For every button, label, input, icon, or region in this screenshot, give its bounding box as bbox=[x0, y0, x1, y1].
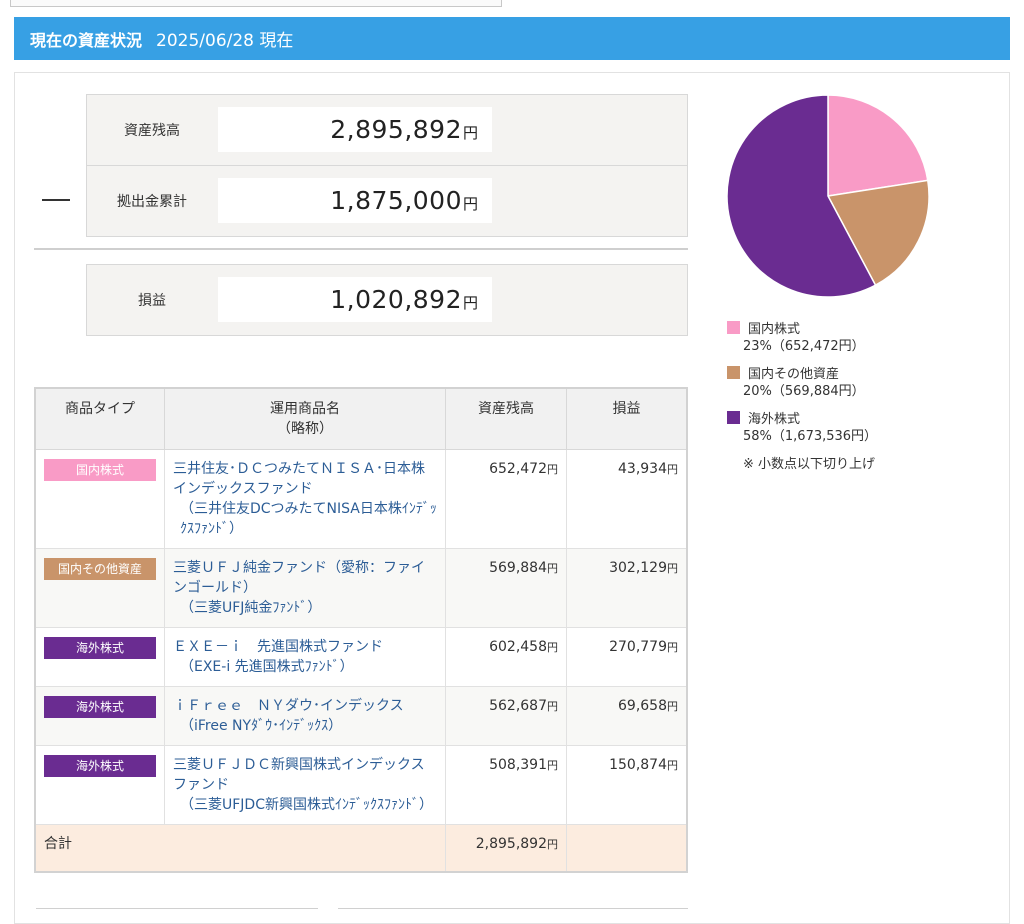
legend-percent: 20%（569,884円） bbox=[743, 384, 865, 399]
fund-profit: 43,934円 bbox=[566, 449, 688, 549]
profit-label: 損益 bbox=[138, 293, 166, 309]
top-panel-edge bbox=[10, 0, 502, 7]
yen-unit: 円 bbox=[462, 195, 478, 213]
table-row: 海外株式 ｉＦｒｅｅ ＮＹダウ･インデックス （iFree NYﾀﾞｳ･ｲﾝﾃﾞｯｸ… bbox=[34, 686, 688, 746]
fund-short-name: （三井住友DCつみたてNISA日本株ｲﾝﾃﾞｯｸｽﾌｧﾝﾄﾞ） bbox=[180, 501, 437, 537]
legend-percent: 58%（1,673,536円） bbox=[743, 429, 878, 444]
type-badge: 国内株式 bbox=[44, 459, 156, 481]
table-row: 海外株式 ＥＸＥ－ｉ 先進国株式ファンド （EXE-i 先進国株式ﾌｧﾝﾄﾞ） 602… bbox=[34, 627, 688, 687]
pie-slice-0 bbox=[827, 94, 929, 197]
summary-divider bbox=[34, 248, 688, 250]
col-profit: 損益 bbox=[566, 387, 688, 450]
fund-short-name: （三菱UFJDC新興国株式ｲﾝﾃﾞｯｸｽﾌｧﾝﾄﾞ） bbox=[180, 797, 433, 813]
fund-name-cell: ＥＸＥ－ｉ 先進国株式ファンド （EXE-i 先進国株式ﾌｧﾝﾄﾞ） bbox=[164, 627, 446, 687]
type-cell: 国内その他資産 bbox=[34, 548, 165, 628]
type-cell: 海外株式 bbox=[34, 745, 165, 825]
type-badge: 国内その他資産 bbox=[44, 558, 156, 580]
total-label: 合計 bbox=[34, 824, 446, 873]
fund-name-cell: 三井住友･ＤＣつみたてＮＩＳＡ･日本株インデックスファンド （三井住友DCつみたて… bbox=[164, 449, 446, 549]
allocation-pie-chart bbox=[726, 94, 930, 298]
fund-name: ｉＦｒｅｅ ＮＹダウ･インデックス bbox=[173, 698, 404, 714]
legend-name: 海外株式 bbox=[748, 412, 801, 427]
balance-value-box: 2,895,892 円 bbox=[218, 107, 492, 152]
fund-name-cell: 三菱ＵＦＪ純金ファンド（愛称：ファインゴールド） （三菱UFJ純金ﾌｧﾝﾄﾞ） bbox=[164, 548, 446, 628]
fund-name: ＥＸＥ－ｉ 先進国株式ファンド bbox=[173, 639, 383, 655]
profit-row: 損益 1,020,892 円 bbox=[87, 265, 687, 335]
balance-label: 資産残高 bbox=[124, 123, 180, 139]
type-cell: 国内株式 bbox=[34, 449, 165, 549]
yen-unit: 円 bbox=[462, 124, 478, 142]
fund-profit: 270,779円 bbox=[566, 627, 688, 687]
legend-name: 国内株式 bbox=[748, 322, 801, 337]
col-balance: 資産残高 bbox=[445, 387, 567, 450]
fund-name-cell: ｉＦｒｅｅ ＮＹダウ･インデックス （iFree NYﾀﾞｳ･ｲﾝﾃﾞｯｸｽ） bbox=[164, 686, 446, 746]
fund-profit: 69,658円 bbox=[566, 686, 688, 746]
total-profit bbox=[566, 824, 688, 873]
col-name: 運用商品名 （略称） bbox=[164, 387, 446, 450]
contribution-value: 1,875,000 bbox=[330, 186, 462, 215]
contribution-row: 拠出金累計 1,875,000 円 bbox=[87, 165, 687, 236]
legend-name: 国内その他資産 bbox=[748, 367, 840, 382]
fund-short-name: （iFree NYﾀﾞｳ･ｲﾝﾃﾞｯｸｽ） bbox=[180, 718, 343, 734]
fund-name-cell: 三菱ＵＦＪＤＣ新興国株式インデックスファンド （三菱UFJDC新興国株式ｲﾝﾃﾞｯ… bbox=[164, 745, 446, 825]
fund-short-name: （EXE-i 先進国株式ﾌｧﾝﾄﾞ） bbox=[180, 659, 354, 675]
col-name-sub: （略称） bbox=[277, 421, 333, 437]
summary-box: 資産残高 2,895,892 円 拠出金累計 1,875,000 円 bbox=[86, 94, 688, 237]
legend-item: 海外株式 58%（1,673,536円） bbox=[727, 408, 877, 446]
contribution-label: 拠出金累計 bbox=[117, 194, 187, 210]
pie-legend: 国内株式 23%（652,472円） 国内その他資産 20%（569,884円） 海外株… bbox=[727, 318, 877, 472]
rounding-note: ※ 小数点以下切り上げ bbox=[743, 457, 876, 472]
fund-table: 商品タイプ 運用商品名 （略称） 資産残高 損益 国内株式 三井住友･ＤＣつみたて… bbox=[34, 387, 688, 873]
yen-unit: 円 bbox=[462, 294, 478, 312]
col-type: 商品タイプ bbox=[34, 387, 165, 450]
legend-swatch bbox=[727, 366, 740, 379]
fund-short-name: （三菱UFJ純金ﾌｧﾝﾄﾞ） bbox=[180, 600, 322, 616]
legend-item: 国内株式 23%（652,472円） bbox=[727, 318, 877, 356]
profit-value-box: 1,020,892 円 bbox=[218, 277, 492, 322]
fund-profit: 302,129円 bbox=[566, 548, 688, 628]
table-header-row: 商品タイプ 運用商品名 （略称） 資産残高 損益 bbox=[34, 387, 688, 450]
fund-profit: 150,874円 bbox=[566, 745, 688, 825]
bottom-box-edge bbox=[338, 908, 688, 912]
legend-swatch bbox=[727, 411, 740, 424]
profit-box: 損益 1,020,892 円 bbox=[86, 264, 688, 336]
legend-item: 国内その他資産 20%（569,884円） bbox=[727, 363, 877, 401]
fund-balance: 602,458円 bbox=[445, 627, 567, 687]
table-row: 国内その他資産 三菱ＵＦＪ純金ファンド（愛称：ファインゴールド） （三菱UFJ純金ﾌ… bbox=[34, 548, 688, 628]
type-cell: 海外株式 bbox=[34, 627, 165, 687]
profit-value: 1,020,892 bbox=[330, 285, 462, 314]
balance-row: 資産残高 2,895,892 円 bbox=[87, 95, 687, 165]
bottom-box-edge bbox=[36, 908, 318, 912]
as-of-date: 2025/06/28 現在 bbox=[156, 31, 294, 51]
fund-name: 三菱ＵＦＪＤＣ新興国株式インデックスファンド bbox=[173, 757, 425, 793]
legend-percent: 23%（652,472円） bbox=[743, 339, 865, 354]
fund-balance: 508,391円 bbox=[445, 745, 567, 825]
legend-swatch bbox=[727, 321, 740, 334]
col-name-label: 運用商品名 bbox=[270, 401, 340, 417]
type-badge: 海外株式 bbox=[44, 755, 156, 777]
section-header: 現在の資産状況 2025/06/28 現在 bbox=[14, 17, 1010, 60]
type-badge: 海外株式 bbox=[44, 696, 156, 718]
fund-name: 三井住友･ＤＣつみたてＮＩＳＡ･日本株インデックスファンド bbox=[173, 461, 425, 497]
table-row: 国内株式 三井住友･ＤＣつみたてＮＩＳＡ･日本株インデックスファンド （三井住友DC… bbox=[34, 449, 688, 549]
section-title: 現在の資産状況 bbox=[30, 30, 143, 50]
fund-balance: 652,472円 bbox=[445, 449, 567, 549]
type-badge: 海外株式 bbox=[44, 637, 156, 659]
fund-balance: 569,884円 bbox=[445, 548, 567, 628]
fund-balance: 562,687円 bbox=[445, 686, 567, 746]
contribution-value-box: 1,875,000 円 bbox=[218, 178, 492, 223]
total-balance: 2,895,892円 bbox=[445, 824, 567, 873]
balance-value: 2,895,892 bbox=[330, 115, 462, 144]
minus-sign bbox=[42, 199, 70, 201]
table-row: 海外株式 三菱ＵＦＪＤＣ新興国株式インデックスファンド （三菱UFJDC新興国株式ｲ… bbox=[34, 745, 688, 825]
type-cell: 海外株式 bbox=[34, 686, 165, 746]
fund-name: 三菱ＵＦＪ純金ファンド（愛称：ファインゴールド） bbox=[173, 560, 425, 596]
total-row: 合計 2,895,892円 bbox=[34, 824, 688, 873]
